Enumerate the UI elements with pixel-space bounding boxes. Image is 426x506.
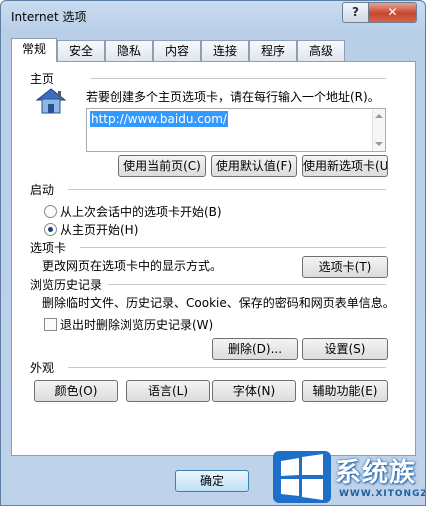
tabs-section-title: 选项卡	[30, 241, 67, 255]
accessibility-button[interactable]: 辅助功能(E)	[302, 380, 388, 402]
ok-button[interactable]: 确定	[175, 470, 249, 492]
history-section-title: 浏览历史记录	[30, 278, 103, 292]
tab-advanced[interactable]: 高级	[297, 40, 345, 61]
watermark-url: WWW.XITONGZU.COM	[339, 489, 425, 499]
use-default-button[interactable]: 使用默认值(F)	[211, 155, 297, 177]
tab-privacy[interactable]: 隐私	[105, 40, 153, 61]
homepage-url-text: http://www.baidu.com/	[90, 111, 228, 127]
divider	[68, 367, 386, 368]
divider	[68, 189, 386, 190]
tabs-settings-button[interactable]: 选项卡(T)	[302, 256, 388, 278]
delete-history-button[interactable]: 删除(D)...	[212, 338, 298, 360]
delete-on-exit-checkbox[interactable]	[44, 318, 57, 331]
tab-content[interactable]: 内容	[153, 40, 201, 61]
radio-last-session[interactable]	[44, 205, 57, 218]
divider	[80, 247, 386, 248]
radio-start-homepage[interactable]	[44, 223, 57, 236]
scroll-up-icon[interactable]	[375, 114, 383, 118]
fonts-button[interactable]: 字体(N)	[212, 380, 296, 402]
use-new-tab-button[interactable]: 使用新选项卡(U)	[302, 155, 388, 177]
appearance-section-title: 外观	[30, 361, 55, 375]
internet-options-window: Internet 选项 ? ✕ 常规 安全 隐私 内容 连接 程序 高级 主页 …	[0, 0, 426, 506]
colors-button[interactable]: 颜色(O)	[34, 380, 118, 402]
use-current-button[interactable]: 使用当前页(C)	[118, 155, 206, 177]
help-button[interactable]: ?	[342, 2, 369, 23]
watermark-brand: 系统族	[335, 458, 417, 488]
history-description: 删除临时文件、历史记录、Cookie、保存的密码和网页表单信息。	[42, 296, 395, 310]
house-icon	[34, 86, 68, 116]
general-panel: 主页 若要创建多个主页选项卡，请在每行输入一个地址(R)。 http://www…	[11, 61, 416, 456]
history-settings-button[interactable]: 设置(S)	[302, 338, 388, 360]
divider	[108, 284, 386, 285]
watermark: 系统族 WWW.XITONGZU.COM	[269, 449, 425, 505]
tab-security[interactable]: 安全	[57, 40, 105, 61]
window-title: Internet 选项	[11, 10, 87, 24]
tab-programs[interactable]: 程序	[249, 40, 297, 61]
scroll-down-icon[interactable]	[375, 142, 383, 146]
close-button[interactable]: ✕	[368, 2, 417, 23]
radio-last-session-label[interactable]: 从上次会话中的选项卡开始(B)	[60, 203, 222, 220]
tabs-description: 更改网页在选项卡中的显示方式。	[42, 259, 223, 273]
divider	[90, 78, 386, 79]
tab-connections[interactable]: 连接	[201, 40, 249, 61]
homepage-url-textarea[interactable]: http://www.baidu.com/	[86, 108, 386, 152]
scrollbar[interactable]	[372, 109, 385, 151]
title-bar[interactable]: Internet 选项 ? ✕	[1, 1, 425, 31]
windows-logo-icon	[273, 451, 331, 503]
homepage-description: 若要创建多个主页选项卡，请在每行输入一个地址(R)。	[86, 90, 380, 104]
delete-on-exit-label[interactable]: 退出时删除浏览历史记录(W)	[60, 316, 213, 333]
tab-general[interactable]: 常规	[11, 38, 57, 62]
homepage-section-title: 主页	[30, 72, 55, 86]
radio-selected-indicator	[48, 227, 53, 232]
radio-start-homepage-label[interactable]: 从主页开始(H)	[60, 221, 138, 238]
startup-section-title: 启动	[30, 183, 55, 197]
languages-button[interactable]: 语言(L)	[126, 380, 210, 402]
